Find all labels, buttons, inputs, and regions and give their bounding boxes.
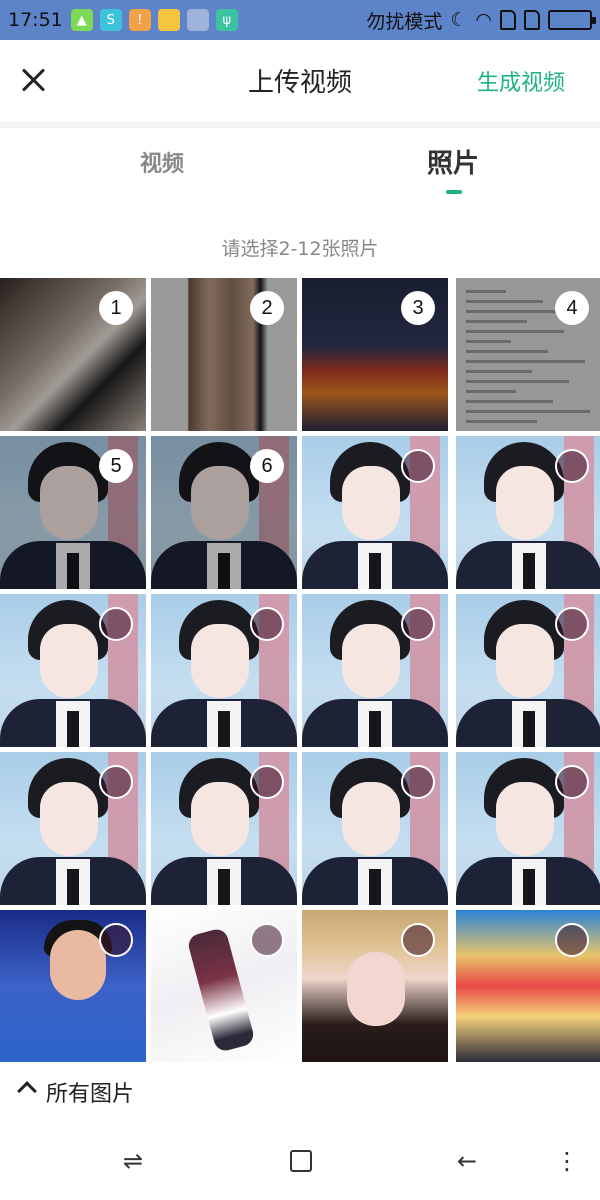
back-icon[interactable]: ← [452,1146,482,1176]
photo-thumbnail[interactable] [302,594,448,747]
select-checkbox[interactable] [555,923,589,957]
selection-order-badge[interactable]: 2 [250,291,284,325]
sim-icon [500,10,516,30]
warning-icon: ! [128,9,151,31]
android-app-icon: ▲ [70,9,93,31]
select-checkbox[interactable] [555,765,589,799]
selection-hint: 请选择2-12张照片 [221,238,379,260]
photo-thumbnail[interactable]: 2 [151,278,297,431]
photo-thumbnail[interactable]: 4 [456,278,600,431]
wifi-icon: ◠ [475,9,492,31]
status-bar: 17:51 ▲ S ! ψ 勿扰模式 ☾ ◠ [0,0,600,40]
photo-thumbnail[interactable] [0,594,146,747]
tab-photo[interactable]: 照片 [403,143,503,180]
tab-bar: 视频 照片 [0,128,600,203]
selection-order-badge[interactable]: 4 [555,291,589,325]
photo-thumbnail[interactable]: 6 [151,436,297,589]
system-nav-bar: ⇌ ← ⋮ [0,1122,600,1200]
tab-video[interactable]: 视频 [112,146,212,178]
photo-thumbnail[interactable] [456,436,600,589]
select-checkbox[interactable] [250,607,284,641]
select-checkbox[interactable] [401,765,435,799]
photo-thumbnail[interactable] [151,910,297,1062]
selection-order-badge[interactable]: 6 [250,449,284,483]
photo-thumbnail[interactable] [456,752,600,905]
select-checkbox[interactable] [401,923,435,957]
select-checkbox[interactable] [555,607,589,641]
select-checkbox[interactable] [250,765,284,799]
photo-thumbnail[interactable] [456,594,600,747]
photo-thumbnail[interactable] [151,594,297,747]
photo-thumbnail[interactable] [302,910,448,1062]
chevron-up-icon [17,1081,37,1101]
generate-video-button[interactable]: 生成视频 [477,65,565,97]
menu-icon[interactable]: ⋮ [552,1146,582,1176]
home-icon[interactable] [286,1146,316,1176]
select-checkbox[interactable] [401,449,435,483]
select-checkbox[interactable] [99,923,133,957]
photo-thumbnail[interactable] [0,910,146,1062]
selection-order-badge[interactable]: 5 [99,449,133,483]
selection-order-badge[interactable]: 3 [401,291,435,325]
clean-brush-icon [186,9,209,31]
photo-thumbnail[interactable] [0,752,146,905]
moon-icon: ☾ [450,9,468,31]
select-checkbox[interactable] [401,607,435,641]
status-right: 勿扰模式 ☾ ◠ [366,7,596,34]
battery-icon [548,10,596,30]
photo-thumbnail[interactable] [302,436,448,589]
photo-thumbnail[interactable]: 3 [302,278,448,431]
header: 上传视频 生成视频 [0,40,600,122]
photo-thumbnail[interactable] [456,910,600,1062]
switch-apps-icon[interactable]: ⇌ [118,1146,148,1176]
album-selector[interactable]: 所有图片 [0,1062,600,1122]
photo-thumbnail[interactable]: 1 [0,278,146,431]
dnd-label: 勿扰模式 [366,10,443,33]
usb-icon: ψ [215,9,238,31]
select-checkbox[interactable] [99,765,133,799]
album-label[interactable]: 所有图片 [46,1076,134,1108]
status-time: 17:51 [8,9,63,31]
select-checkbox[interactable] [250,923,284,957]
select-checkbox[interactable] [99,607,133,641]
swirl-app-icon: S [99,9,122,31]
photo-thumbnail[interactable]: 5 [0,436,146,589]
photo-thumbnail[interactable] [151,752,297,905]
select-checkbox[interactable] [555,449,589,483]
selection-order-badge[interactable]: 1 [99,291,133,325]
sim-icon [524,10,540,30]
photo-thumbnail[interactable] [302,752,448,905]
tab-indicator [446,190,462,194]
folder-icon [157,9,180,31]
